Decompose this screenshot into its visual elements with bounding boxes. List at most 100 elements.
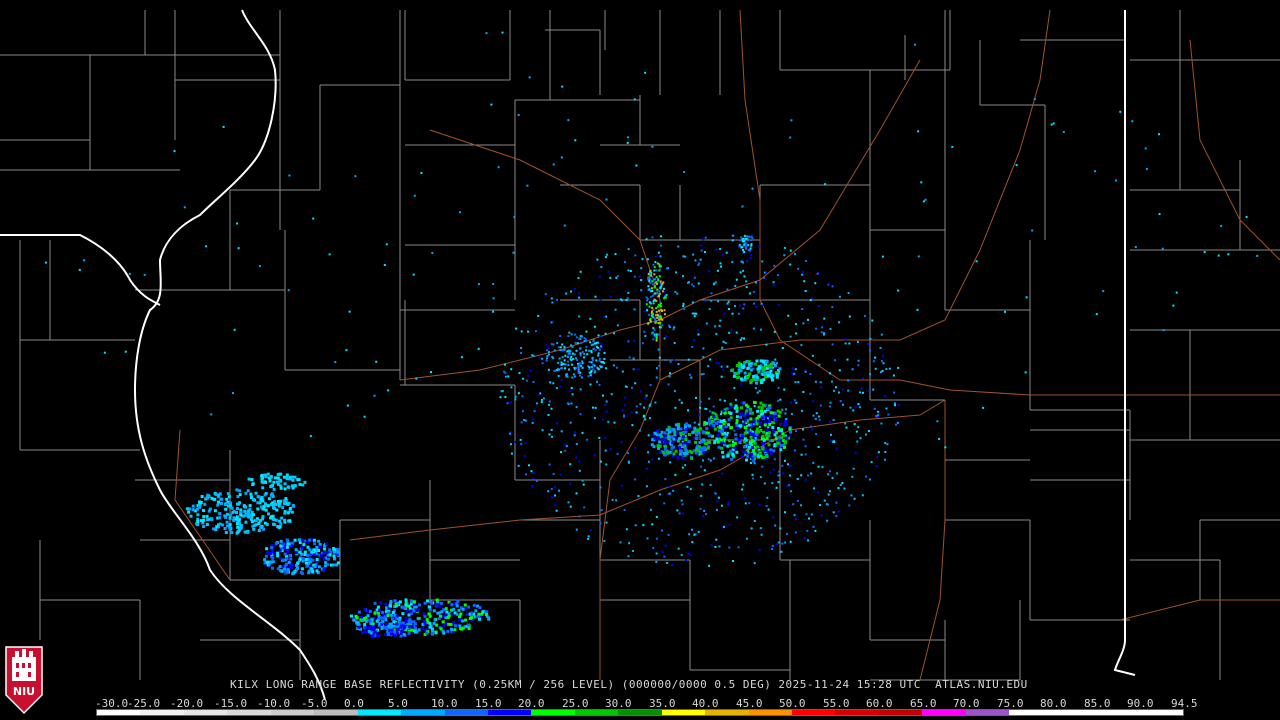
echo-pixel: [865, 433, 867, 436]
echo-pixel: [743, 426, 747, 430]
echo-pixel: [740, 236, 743, 239]
echo-pixel: [724, 342, 727, 344]
echo-pixel: [416, 617, 420, 621]
echo-pixel: [654, 401, 657, 404]
echo-pixel: [746, 428, 750, 432]
echo-pixel: [648, 305, 651, 308]
echo-pixel: [669, 372, 671, 375]
echo-pixel: [654, 321, 657, 324]
echo-pixel: [355, 616, 359, 620]
echo-pixel: [774, 524, 777, 527]
echo-pixel: [533, 410, 536, 413]
echo-pixel: [401, 612, 405, 616]
echo-pixel: [386, 633, 390, 637]
echo-pixel: [673, 359, 676, 361]
echo-pixel: [450, 603, 454, 607]
echo-pixel: [551, 356, 554, 358]
echo-pixel: [393, 634, 397, 638]
echo-pixel: [573, 353, 576, 356]
echo-pixel: [492, 310, 495, 313]
echo-pixel: [527, 330, 530, 333]
echo-pixel: [730, 328, 733, 331]
echo-pixel: [324, 561, 328, 565]
echo-pixel: [745, 280, 748, 283]
echo-pixel: [743, 250, 746, 253]
echo-pixel: [575, 456, 578, 459]
echo-pixel: [1175, 291, 1178, 294]
echo-pixel: [553, 370, 556, 373]
echo-pixel: [755, 359, 759, 363]
echo-pixel: [548, 463, 551, 466]
echo-pixel: [308, 548, 312, 552]
echo-pixel: [602, 394, 604, 397]
echo-pixel: [858, 406, 861, 409]
echo-pixel: [581, 351, 584, 353]
echo-pixel: [759, 527, 762, 530]
echo-pixel: [398, 600, 402, 604]
echo-pixel: [670, 446, 674, 450]
echo-pixel: [660, 315, 663, 318]
echo-pixel: [626, 141, 629, 144]
echo-pixel: [659, 280, 662, 283]
echo-pixel: [740, 455, 744, 459]
echo-pixel: [760, 381, 764, 385]
echo-pixel: [877, 410, 880, 413]
echo-pixel: [657, 309, 660, 312]
echo-pixel: [239, 510, 243, 514]
echo-pixel: [652, 294, 654, 297]
echo-pixel: [523, 455, 526, 457]
echo-pixel: [795, 332, 798, 335]
echo-pixel: [363, 415, 366, 418]
echo-pixel: [645, 394, 648, 397]
echo-pixel: [742, 420, 744, 423]
echo-pixel: [441, 630, 445, 634]
echo-pixel: [839, 484, 842, 486]
echo-pixel: [734, 398, 737, 401]
echo-pixel: [796, 499, 799, 502]
echo-pixel: [767, 431, 771, 435]
echo-pixel: [271, 503, 275, 507]
echo-pixel: [627, 248, 630, 251]
echo-pixel: [446, 629, 450, 633]
echo-pixel: [528, 76, 531, 79]
echo-pixel: [754, 377, 758, 381]
echo-pixel: [802, 438, 805, 441]
echo-pixel: [287, 289, 290, 292]
echo-pixel: [517, 114, 520, 116]
echo-pixel: [581, 360, 584, 363]
echo-pixel: [530, 470, 533, 473]
echo-pixel: [514, 398, 517, 401]
echo-pixel: [573, 431, 576, 434]
colorbar-segment: [661, 710, 706, 715]
echo-pixel: [377, 634, 381, 638]
echo-pixel: [563, 443, 566, 446]
echo-pixel: [312, 217, 315, 220]
echo-pixel: [410, 625, 414, 628]
echo-pixel: [484, 613, 488, 616]
echo-pixel: [381, 620, 385, 624]
echo-pixel: [850, 494, 853, 497]
echo-pixel: [283, 502, 287, 506]
echo-pixel: [621, 484, 624, 487]
echo-pixel: [781, 464, 784, 467]
echo-pixel: [772, 429, 776, 433]
echo-pixel: [826, 519, 829, 522]
echo-pixel: [431, 252, 434, 254]
colorbar-segment: [357, 710, 402, 715]
echo-pixel: [649, 274, 652, 277]
echo-pixel: [832, 511, 835, 514]
echo-pixel: [655, 299, 658, 302]
echo-pixel: [688, 449, 692, 453]
echo-pixel: [886, 443, 889, 446]
echo-pixel: [550, 487, 553, 490]
echo-pixel: [230, 531, 234, 534]
echo-pixel: [513, 216, 516, 219]
echo-pixel: [627, 340, 630, 343]
echo-pixel: [250, 520, 254, 524]
echo-pixel: [224, 507, 228, 511]
echo-pixel: [568, 368, 571, 371]
echo-pixel: [333, 557, 337, 561]
echo-pixel: [1203, 251, 1206, 254]
echo-pixel: [663, 502, 666, 505]
echo-pixel: [827, 473, 830, 476]
